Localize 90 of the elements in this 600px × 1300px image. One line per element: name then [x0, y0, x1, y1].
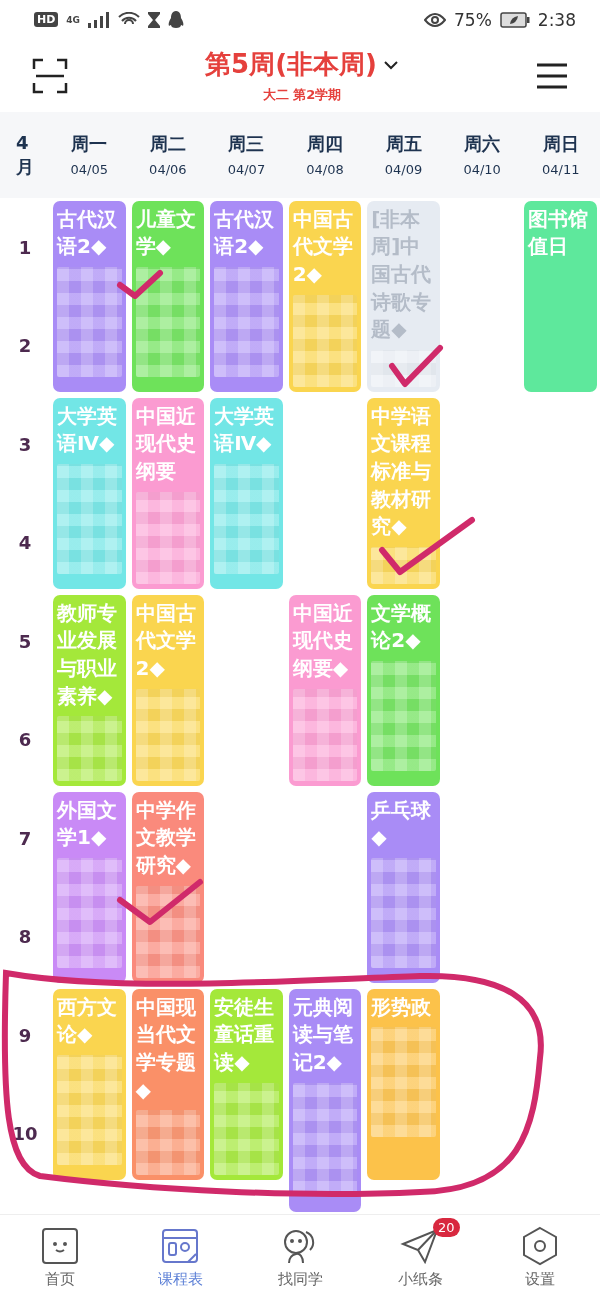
course-card[interactable]: 乒乓球◆	[367, 791, 440, 983]
period-number: 10	[12, 1123, 38, 1145]
course-title: 中学语文课程标准与教材研究◆	[371, 402, 433, 541]
period-number: 8	[18, 926, 32, 948]
course-card[interactable]: 中国近现代史纲要	[131, 397, 205, 589]
period-number: 2	[18, 335, 32, 357]
face-box-icon	[40, 1226, 80, 1267]
weekday-label: 周五	[385, 132, 422, 157]
course-title: 中学作文教学研究◆	[135, 796, 197, 880]
battery-icon	[499, 12, 530, 28]
course-title: 大学英语Ⅳ◆	[214, 402, 276, 458]
course-title: 中国古代文学2◆	[135, 599, 197, 683]
course-card[interactable]: 中学作文教学研究◆	[131, 791, 205, 983]
course-title: 古代汉语2◆	[214, 205, 276, 261]
weekday-label: 周日	[542, 132, 579, 157]
day-date: 04/06	[149, 162, 187, 178]
course-card[interactable]: 安徒生童话重读◆	[210, 988, 283, 1180]
hourglass-icon	[148, 12, 160, 28]
course-card[interactable]: 元典阅读与笔记2◆	[288, 988, 362, 1212]
course-title: 古代汉语2◆	[57, 205, 118, 261]
day-date: 04/10	[463, 162, 501, 178]
tab-bar-item[interactable]: 课程表	[145, 1226, 215, 1290]
course-title: 外国文学1◆	[57, 796, 118, 852]
weekday-label: 周三	[228, 132, 265, 157]
day-date: 04/08	[306, 162, 344, 178]
course-card[interactable]: 图书馆值日	[524, 200, 597, 392]
course-card[interactable]: 中国近现代史纲要◆	[288, 594, 362, 786]
course-card[interactable]: 大学英语Ⅳ◆	[53, 397, 126, 589]
course-title: 中国近现代史纲要	[135, 402, 197, 486]
period-number: 9	[18, 1024, 32, 1046]
menu-icon[interactable]	[536, 61, 568, 90]
checkmark-annotation	[389, 344, 443, 387]
course-card[interactable]: 中国古代文学2◆	[131, 594, 205, 786]
scan-icon[interactable]	[32, 57, 68, 94]
tab-bar-item[interactable]: 找同学	[265, 1226, 335, 1290]
course-title: 元典阅读与笔记2◆	[292, 993, 354, 1077]
checkmark-annotation	[117, 269, 163, 299]
course-card[interactable]: 中学语文课程标准与教材研究◆	[367, 397, 440, 589]
period-number: 5	[18, 630, 32, 652]
course-title: 文学概论2◆	[371, 599, 433, 655]
tab-bar-item[interactable]: 设置	[505, 1226, 575, 1290]
course-title: 中国现当代文学专题◆	[135, 993, 197, 1104]
course-title: 安徒生童话重读◆	[214, 993, 276, 1077]
tab-bar-item[interactable]: 首页	[25, 1226, 95, 1290]
course-title: 教师专业发展与职业素养◆	[57, 599, 118, 710]
month-label: 4月	[16, 131, 34, 179]
course-card[interactable]: 教师专业发展与职业素养◆	[53, 594, 126, 786]
network-type: 4G	[66, 15, 80, 25]
week-title[interactable]: 第5周(非本周)	[205, 47, 377, 83]
day-date: 04/11	[541, 162, 580, 178]
day-date: 04/07	[227, 162, 266, 178]
weekday-label: 周四	[307, 132, 343, 157]
hd-indicator: HD	[34, 12, 59, 28]
course-title: 西方文论◆	[57, 993, 118, 1049]
period-number: 4	[18, 532, 32, 554]
day-date: 04/09	[384, 162, 423, 178]
course-card[interactable]: 文学概论2◆	[367, 594, 440, 786]
day-date: 04/05	[70, 162, 108, 178]
battery-percent: 75%	[454, 10, 492, 30]
period-number: 3	[18, 433, 32, 455]
period-number: 6	[18, 729, 32, 751]
course-card[interactable]: 中国古代文学2◆	[288, 200, 362, 392]
chevron-down-icon[interactable]	[382, 59, 399, 70]
signal-icon	[88, 12, 110, 28]
course-title: 图书馆值日	[528, 205, 590, 261]
clock-time: 2:38	[537, 10, 576, 30]
course-card[interactable]: 古代汉语2◆	[53, 200, 126, 392]
eye-icon	[424, 13, 446, 27]
course-card[interactable]: 中国现当代文学专题◆	[131, 988, 205, 1180]
period-number: 7	[18, 827, 32, 849]
course-title: 中国近现代史纲要◆	[292, 599, 354, 683]
semester-subtitle: 大二 第2学期	[262, 86, 342, 105]
weekday-label: 周一	[71, 132, 108, 157]
course-card[interactable]: 古代汉语2◆	[210, 200, 283, 392]
course-title: 形势政	[371, 993, 433, 1021]
course-card[interactable]: 儿童文学◆	[131, 200, 205, 392]
notification-count: 20	[433, 1218, 460, 1238]
weekday-label: 周六	[464, 132, 501, 157]
settings-icon	[520, 1226, 560, 1267]
course-card[interactable]: 西方文论◆	[53, 988, 126, 1180]
course-title: 乒乓球◆	[371, 796, 433, 852]
penguin-icon	[168, 11, 184, 29]
course-title: 儿童文学◆	[135, 205, 197, 261]
course-title: 中国古代文学2◆	[292, 205, 354, 289]
period-number: 1	[18, 236, 32, 258]
course-title: 大学英语Ⅳ◆	[57, 402, 118, 458]
course-card[interactable]: 外国文学1◆	[53, 791, 126, 983]
course-card[interactable]: 形势政	[367, 988, 440, 1180]
weekday-label: 周二	[149, 132, 186, 157]
course-card[interactable]: 大学英语Ⅳ◆	[210, 397, 283, 589]
